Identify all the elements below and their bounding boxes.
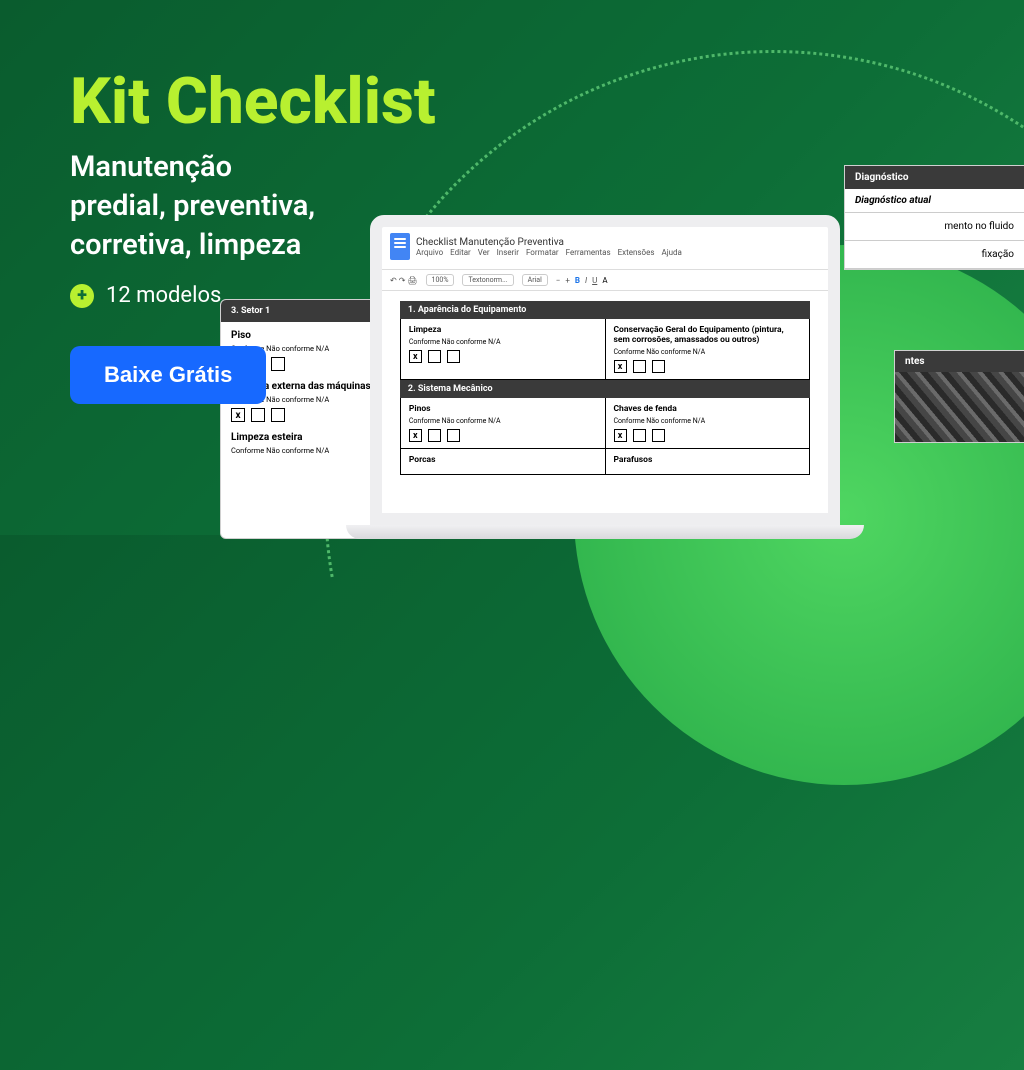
diag-subtitle: Diagnóstico atual [845,189,1024,213]
section-header: 1. Aparência do Equipamento [400,301,810,319]
checkbox-empty-icon [428,429,441,442]
checkbox-empty-icon [251,408,265,422]
field-label: Pinos [409,404,597,414]
diag-line: fixação [845,241,1024,269]
checkbox-empty-icon [447,350,460,363]
field-label: Chaves de fenda [614,404,802,414]
texture-image [895,372,1024,442]
subheadline: Manutenção predial, preventiva, corretiv… [70,148,436,265]
headline: Kit Checklist [70,70,436,134]
check-options-label: Conforme Não conforme N/A [409,338,597,346]
section-header: ntes [895,351,1024,372]
checkbox-empty-icon [633,360,646,373]
laptop-mockup: Checklist Manutenção Preventiva ArquivoE… [370,215,840,539]
field-label: Limpeza [409,325,597,335]
hero-content: Kit Checklist Manutenção predial, preven… [70,70,436,404]
diag-line: mento no fluido [845,213,1024,241]
checkbox-x-icon: x [231,408,245,422]
diagnostic-card: Diagnóstico Diagnóstico atual mento no f… [844,165,1024,270]
checkbox-x-icon: x [409,429,422,442]
field-label: Parafusos [614,455,802,465]
ntes-card: ntes [894,350,1024,443]
docs-title: Checklist Manutenção Preventiva [416,237,689,248]
docs-toolbar: ↶ ↷ 🖨 100% Textonorm... Arial −+BIUA [382,270,828,291]
checkbox-x-icon: x [614,429,627,442]
models-row: + 12 modelos [70,283,436,308]
field-label: Porcas [409,455,597,465]
section-header: Diagnóstico [845,166,1024,189]
checkbox-x-icon: x [614,360,627,373]
checkbox-empty-icon [652,360,665,373]
download-free-button[interactable]: Baixe Grátis [70,346,266,404]
checkbox-empty-icon [447,429,460,442]
checkbox-empty-icon [271,408,285,422]
models-count: 12 modelos [106,283,221,308]
check-options-label: Conforme Não conforme N/A [614,348,802,356]
docs-menu-bar: ArquivoEditarVerInserirFormatarFerrament… [416,248,689,257]
checkbox-empty-icon [652,429,665,442]
section-header: 2. Sistema Mecânico [400,380,810,398]
check-options-label: Conforme Não conforme N/A [409,417,597,425]
check-options-label: Conforme Não conforme N/A [614,417,802,425]
field-label: Conservação Geral do Equipamento (pintur… [614,325,802,345]
laptop-base [346,525,864,539]
checkbox-empty-icon [633,429,646,442]
plus-icon: + [70,284,94,308]
